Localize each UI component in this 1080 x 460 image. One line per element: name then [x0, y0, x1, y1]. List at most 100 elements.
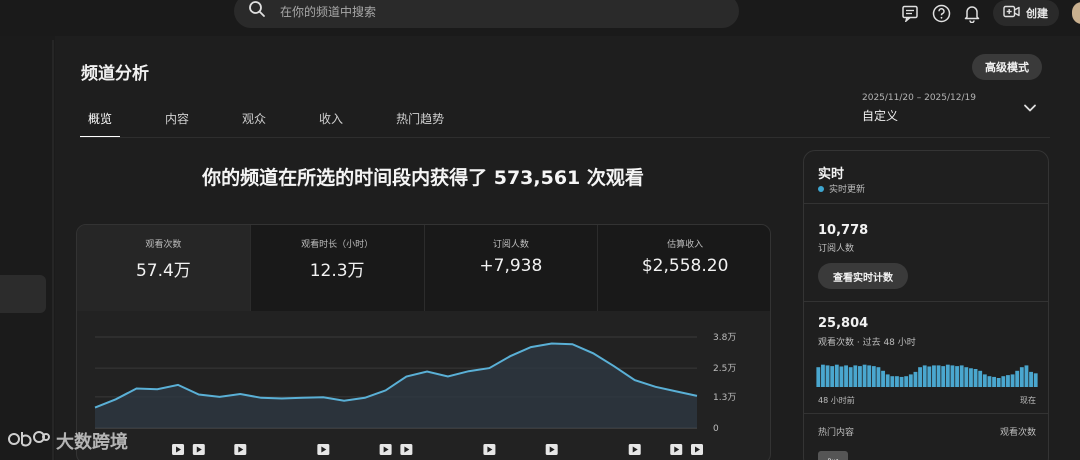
- realtime-bar: [881, 370, 885, 387]
- notifications-bell-icon[interactable]: [961, 2, 983, 24]
- realtime-bar: [848, 367, 853, 387]
- video-marker-icon[interactable]: [317, 444, 330, 455]
- video-marker-icon[interactable]: [379, 444, 392, 455]
- feedback-icon[interactable]: [899, 2, 921, 24]
- metric-watch-time[interactable]: 观看时长（小时） 12.3万: [250, 225, 425, 311]
- advanced-mode-button[interactable]: 高级模式: [972, 54, 1042, 80]
- video-marker-icon[interactable]: [234, 444, 247, 455]
- realtime-bar: [945, 364, 950, 387]
- tabs-divider: [80, 137, 1050, 138]
- metric-views[interactable]: 观看次数 57.4万: [77, 225, 251, 311]
- top-bar: 在你的频道中搜索 创建: [0, 0, 1080, 36]
- y-tick-label: 3.8万: [713, 333, 736, 343]
- video-marker-icon[interactable]: [400, 444, 413, 455]
- video-thumbnail[interactable]: Rx∂: [818, 451, 848, 460]
- realtime-bar: [918, 367, 922, 387]
- metric-value: $2,558.20: [641, 256, 729, 276]
- tab-content[interactable]: 内容: [157, 108, 197, 138]
- video-marker-icon[interactable]: [192, 444, 205, 455]
- divider: [804, 413, 1048, 414]
- metric-value: +7,938: [479, 256, 543, 276]
- realtime-bar: [1006, 375, 1010, 387]
- main-content: 频道分析 高级模式 概览 内容 观众 收入 热门趋势 2025/11/20 – …: [56, 36, 1080, 460]
- video-marker-icon[interactable]: [545, 444, 558, 455]
- realtime-bar: [908, 374, 913, 387]
- watermark: 大数跨境: [8, 428, 128, 454]
- metric-value: 12.3万: [309, 261, 365, 281]
- search-box[interactable]: 在你的频道中搜索: [234, 0, 739, 28]
- metric-value: 57.4万: [135, 261, 191, 281]
- realtime-bar: [830, 366, 835, 387]
- realtime-bar: [862, 364, 867, 387]
- realtime-bar: [987, 376, 992, 387]
- tab-bar: 概览 内容 观众 收入 热门趋势: [80, 108, 489, 138]
- sidebar-item-analytics[interactable]: [0, 275, 46, 313]
- date-range-label[interactable]: 自定义: [862, 107, 898, 124]
- metric-revenue[interactable]: 估算收入 $2,558.20: [598, 225, 770, 311]
- realtime-views-count: 25,804: [818, 316, 869, 331]
- realtime-bar-chart: [816, 364, 1038, 387]
- tab-revenue[interactable]: 收入: [311, 108, 351, 138]
- tab-audience[interactable]: 观众: [234, 108, 274, 138]
- search-icon[interactable]: [248, 0, 266, 22]
- realtime-bar: [936, 365, 941, 387]
- subscriber-count: 10,778: [818, 223, 869, 238]
- chevron-down-icon[interactable]: [1022, 100, 1038, 116]
- metric-tabs: 观看次数 57.4万 观看时长（小时） 12.3万 订阅人数 +7,938 估算…: [77, 225, 770, 311]
- realtime-title: 实时: [818, 167, 845, 182]
- realtime-views-label: 观看次数 · 过去 48 小时: [818, 338, 916, 348]
- video-marker-icon[interactable]: [691, 444, 703, 455]
- realtime-bar: [927, 366, 932, 387]
- realtime-bar: [1001, 376, 1006, 387]
- realtime-bar: [871, 366, 876, 387]
- watermark-logo-icon: [8, 428, 50, 454]
- create-button[interactable]: 创建: [993, 0, 1059, 26]
- realtime-bar: [950, 365, 955, 387]
- video-marker-icon[interactable]: [172, 444, 185, 455]
- realtime-bar: [982, 374, 987, 387]
- realtime-bar: [885, 374, 890, 387]
- live-count-button[interactable]: 查看实时计数: [818, 263, 908, 289]
- realtime-card: 实时 实时更新 10,778 订阅人数 查看实时计数 25,804 观看次数 ·…: [803, 150, 1049, 460]
- video-marker-icon[interactable]: [628, 444, 641, 455]
- sidebar-divider: [52, 40, 54, 460]
- realtime-bar: [1033, 373, 1038, 387]
- help-icon[interactable]: [930, 2, 952, 24]
- realtime-bar: [839, 366, 844, 387]
- realtime-bar: [1024, 365, 1029, 387]
- realtime-bar: [978, 370, 983, 387]
- search-input[interactable]: 在你的频道中搜索: [280, 3, 376, 20]
- live-label: 实时更新: [829, 185, 866, 195]
- metric-label: 观看时长（小时）: [301, 240, 374, 250]
- create-label: 创建: [1026, 7, 1048, 20]
- realtime-bar: [858, 366, 862, 387]
- realtime-bar: [867, 365, 872, 387]
- realtime-bar: [890, 376, 895, 387]
- realtime-bar: [1019, 367, 1024, 387]
- top-content-views-label: 观看次数: [999, 428, 1036, 438]
- date-range-text[interactable]: 2025/11/20 – 2025/12/19: [862, 93, 976, 103]
- top-content-label: 热门内容: [818, 428, 855, 438]
- sidebar: [0, 36, 55, 460]
- realtime-bar: [844, 365, 848, 387]
- realtime-bar: [1015, 370, 1020, 387]
- video-marker-icon[interactable]: [670, 444, 683, 455]
- tab-trends[interactable]: 热门趋势: [388, 108, 452, 138]
- realtime-bar: [899, 376, 904, 387]
- realtime-bar: [876, 367, 881, 387]
- divider: [804, 203, 1048, 204]
- realtime-bar: [922, 365, 927, 387]
- page-title: 频道分析: [81, 64, 149, 84]
- metric-label: 观看次数: [145, 240, 182, 250]
- realtime-bar: [1010, 374, 1015, 387]
- metric-label: 估算收入: [667, 240, 704, 250]
- metric-subscribers[interactable]: 订阅人数 +7,938: [424, 225, 599, 311]
- avatar[interactable]: [1072, 2, 1080, 24]
- stats-card: 观看次数 57.4万 观看时长（小时） 12.3万 订阅人数 +7,938 估算…: [76, 224, 771, 460]
- axis-label-start: 48 小时前: [818, 396, 855, 405]
- realtime-bar: [959, 365, 964, 387]
- video-marker-icon[interactable]: [483, 444, 496, 455]
- realtime-bar: [964, 367, 969, 387]
- tab-overview[interactable]: 概览: [80, 108, 121, 138]
- live-dot-icon: [818, 185, 824, 192]
